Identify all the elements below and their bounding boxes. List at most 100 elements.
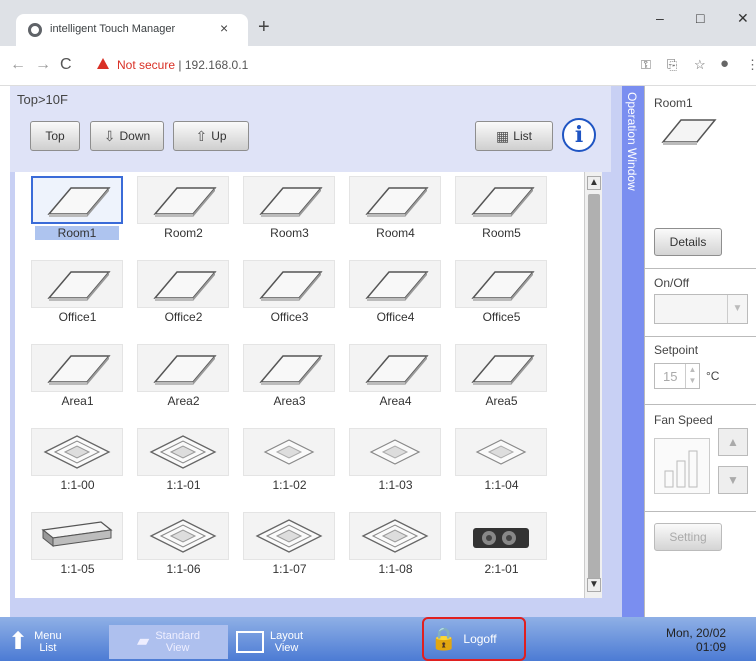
- device-tile[interactable]: 1:1-03: [343, 428, 448, 504]
- device-tile[interactable]: 1:1-02: [237, 428, 342, 504]
- flat-unit-icon: [243, 176, 335, 224]
- device-tile[interactable]: Room3: [237, 176, 342, 252]
- cassette-small-unit-icon: [455, 428, 547, 476]
- flat-unit-icon: [31, 260, 123, 308]
- device-tile[interactable]: Area3: [237, 344, 342, 420]
- device-tile[interactable]: Office3: [237, 260, 342, 336]
- back-icon[interactable]: ←: [10, 56, 26, 74]
- device-tile[interactable]: Office2: [131, 260, 236, 336]
- reload-icon[interactable]: C: [60, 56, 72, 74]
- device-label: Office5: [482, 310, 521, 324]
- device-label: Area3: [273, 394, 306, 408]
- device-tile[interactable]: 1:1-00: [25, 428, 130, 504]
- device-label: Area5: [485, 394, 518, 408]
- scroll-thumb[interactable]: [588, 194, 600, 582]
- down-label: Down: [119, 129, 151, 143]
- flat-unit-icon: [137, 344, 229, 392]
- device-tile[interactable]: Room4: [343, 176, 448, 252]
- device-tile[interactable]: 1:1-04: [449, 428, 554, 504]
- layout-view-label: Layout View: [270, 630, 303, 654]
- details-button[interactable]: Details: [654, 228, 722, 256]
- up-label: Up: [211, 129, 227, 143]
- device-tile[interactable]: 1:1-05: [25, 512, 130, 588]
- device-label: 1:1-02: [272, 478, 307, 492]
- close-window-button[interactable]: ✕: [737, 10, 749, 27]
- device-tile[interactable]: Area2: [131, 344, 236, 420]
- standard-view-button[interactable]: ▰ Standard View: [109, 625, 228, 659]
- device-scrollbar[interactable]: ▲ ▼: [584, 172, 602, 598]
- setpoint-value: 15: [663, 369, 678, 384]
- info-icon[interactable]: i: [562, 118, 596, 152]
- menu-dots-icon[interactable]: ⋮: [746, 57, 756, 73]
- top-button[interactable]: Top: [30, 121, 80, 151]
- device-tile[interactable]: Office1: [25, 260, 130, 336]
- clock-date: Mon, 20/02: [666, 626, 727, 640]
- view-label: View: [274, 642, 299, 654]
- device-tile[interactable]: 2:1-01: [449, 512, 554, 588]
- menu-list-label: Menu List: [34, 630, 62, 654]
- device-tile[interactable]: 1:1-08: [343, 512, 448, 588]
- room-unit-icon: [661, 119, 717, 145]
- setpoint-stepper[interactable]: 15 ▲ ▼: [654, 363, 700, 389]
- up-button[interactable]: ⇧ Up: [173, 121, 249, 151]
- fan-bars-icon: [664, 450, 698, 488]
- taskbar: ⬆ Menu List ▰ Standard View Layout View 🔒 L…: [0, 617, 756, 661]
- minimize-button[interactable]: –: [656, 10, 664, 26]
- fan-down-button[interactable]: ▼: [718, 466, 748, 494]
- cassette-small-unit-icon: [349, 428, 441, 476]
- maximize-button[interactable]: □: [696, 10, 704, 26]
- device-label: 1:1-08: [378, 562, 413, 576]
- tab-close-icon[interactable]: ×: [220, 20, 228, 36]
- divider: [645, 511, 756, 512]
- star-icon[interactable]: ☆: [694, 57, 706, 73]
- device-tile[interactable]: Room2: [131, 176, 236, 252]
- device-label: 1:1-03: [378, 478, 413, 492]
- device-label: 1:1-04: [484, 478, 519, 492]
- fan-speed-indicator: [654, 438, 710, 494]
- layout-view-button[interactable]: Layout View: [236, 625, 303, 659]
- clock-time: 01:09: [696, 640, 727, 654]
- device-tile[interactable]: Office4: [343, 260, 448, 336]
- fan-up-button[interactable]: ▲: [718, 428, 748, 456]
- menu-list-button[interactable]: ⬆ Menu List: [8, 625, 62, 659]
- device-tile[interactable]: 1:1-06: [131, 512, 236, 588]
- device-tile[interactable]: Office5: [449, 260, 554, 336]
- stepper-arrows-icon[interactable]: ▲ ▼: [685, 364, 699, 388]
- menu-label: Menu: [34, 630, 62, 642]
- onoff-select[interactable]: ▼: [654, 294, 748, 324]
- clock: Mon, 20/02 01:09: [666, 626, 726, 654]
- scroll-up-arrow[interactable]: ▲: [587, 176, 601, 190]
- flat-unit-icon: [349, 344, 441, 392]
- device-tile[interactable]: Area1: [25, 344, 130, 420]
- forward-icon[interactable]: →: [35, 56, 51, 74]
- new-tab-button[interactable]: +: [258, 16, 270, 39]
- cassette-small-unit-icon: [243, 428, 335, 476]
- operation-window-tab[interactable]: Operation Window: [622, 86, 644, 617]
- translate-icon[interactable]: ⎘: [667, 57, 677, 73]
- operation-window-title: Operation Window: [625, 92, 639, 191]
- list-button[interactable]: ▦ List: [475, 121, 553, 151]
- device-tile[interactable]: 1:1-01: [131, 428, 236, 504]
- device-label: Area2: [167, 394, 200, 408]
- top-label: Top: [45, 129, 65, 143]
- device-tile[interactable]: Room5: [449, 176, 554, 252]
- device-tile[interactable]: Room1: [25, 176, 130, 252]
- cassette-unit-icon: [243, 512, 335, 560]
- device-tile[interactable]: Area4: [343, 344, 448, 420]
- browser-tab[interactable]: intelligent Touch Manager ×: [16, 14, 248, 46]
- device-label: Area1: [61, 394, 94, 408]
- scroll-down-arrow[interactable]: ▼: [587, 578, 601, 592]
- device-tile[interactable]: 1:1-07: [237, 512, 342, 588]
- standard-label: Standard: [155, 630, 200, 642]
- setting-button[interactable]: Setting: [654, 523, 722, 551]
- device-grid: Room1 Room2 Room3 Room4 Room5 Office1 Office2 O…: [15, 172, 584, 598]
- tab-title: intelligent Touch Manager: [50, 23, 176, 35]
- device-tile[interactable]: Area5: [449, 344, 554, 420]
- key-icon[interactable]: ⚿: [641, 57, 651, 73]
- url-text: 192.168.0.1: [184, 58, 249, 72]
- flat-unit-icon: [349, 176, 441, 224]
- account-icon[interactable]: ●: [720, 55, 729, 72]
- url-field[interactable]: Not secure | 192.168.0.1: [117, 58, 248, 72]
- down-button[interactable]: ⇩ Down: [90, 121, 164, 151]
- list-label: List: [513, 129, 532, 143]
